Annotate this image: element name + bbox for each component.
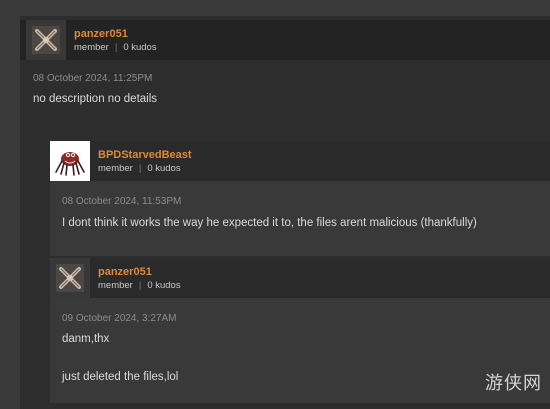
- crossed-tools-icon: [56, 264, 84, 292]
- comment-text: no description no details: [33, 93, 158, 105]
- meta-separator: |: [114, 41, 118, 53]
- reply-comment: panzer051 member | 0 kudos 09 October 20…: [50, 258, 550, 403]
- reply-comment: BPDStarvedBeast member | 0 kudos 08 Octo…: [50, 141, 550, 256]
- kudos-count: 0 kudos: [123, 41, 157, 53]
- comment-header: BPDStarvedBeast member | 0 kudos: [50, 141, 550, 181]
- user-info: panzer051 member | 0 kudos: [98, 265, 181, 292]
- user-info: panzer051 member | 0 kudos: [74, 27, 157, 54]
- comment-header: panzer051 member | 0 kudos: [50, 258, 550, 298]
- username-link[interactable]: panzer051: [74, 27, 157, 41]
- comment-text: I dont think it works the way he expecte…: [62, 217, 477, 229]
- username-link[interactable]: panzer051: [98, 265, 181, 279]
- user-meta: member | 0 kudos: [98, 162, 192, 175]
- user-meta: member | 0 kudos: [74, 41, 157, 54]
- user-meta: member | 0 kudos: [98, 279, 181, 292]
- username-link[interactable]: BPDStarvedBeast: [98, 148, 192, 162]
- avatar[interactable]: [50, 258, 90, 298]
- comment-body: 09 October 2024, 3:27AM danm,thx just de…: [62, 312, 178, 385]
- site-watermark: 游侠网: [485, 373, 542, 394]
- avatar[interactable]: [26, 20, 66, 60]
- comment-timestamp: 08 October 2024, 11:25PM: [33, 73, 153, 84]
- user-role: member: [98, 162, 133, 174]
- comment-text-line: danm,thx: [62, 333, 110, 345]
- comment-thread: panzer051 member | 0 kudos 08 October 20…: [20, 16, 550, 409]
- comment-timestamp: 08 October 2024, 11:53PM: [62, 196, 182, 207]
- creature-icon: [51, 142, 89, 180]
- user-role: member: [74, 41, 109, 53]
- meta-separator: |: [138, 279, 142, 291]
- kudos-count: 0 kudos: [147, 162, 181, 174]
- comment-timestamp: 09 October 2024, 3:27AM: [62, 313, 177, 324]
- avatar[interactable]: [50, 141, 90, 181]
- crossed-tools-icon: [32, 26, 60, 54]
- comment-body: 08 October 2024, 11:25PM no description …: [33, 72, 157, 107]
- comment-body: 08 October 2024, 11:53PM I dont think it…: [62, 195, 477, 231]
- user-role: member: [98, 279, 133, 291]
- comment-header: panzer051 member | 0 kudos: [20, 20, 550, 60]
- meta-separator: |: [138, 162, 142, 174]
- comment-text-line: just deleted the files,lol: [62, 371, 179, 383]
- kudos-count: 0 kudos: [147, 279, 181, 291]
- user-info: BPDStarvedBeast member | 0 kudos: [98, 148, 192, 175]
